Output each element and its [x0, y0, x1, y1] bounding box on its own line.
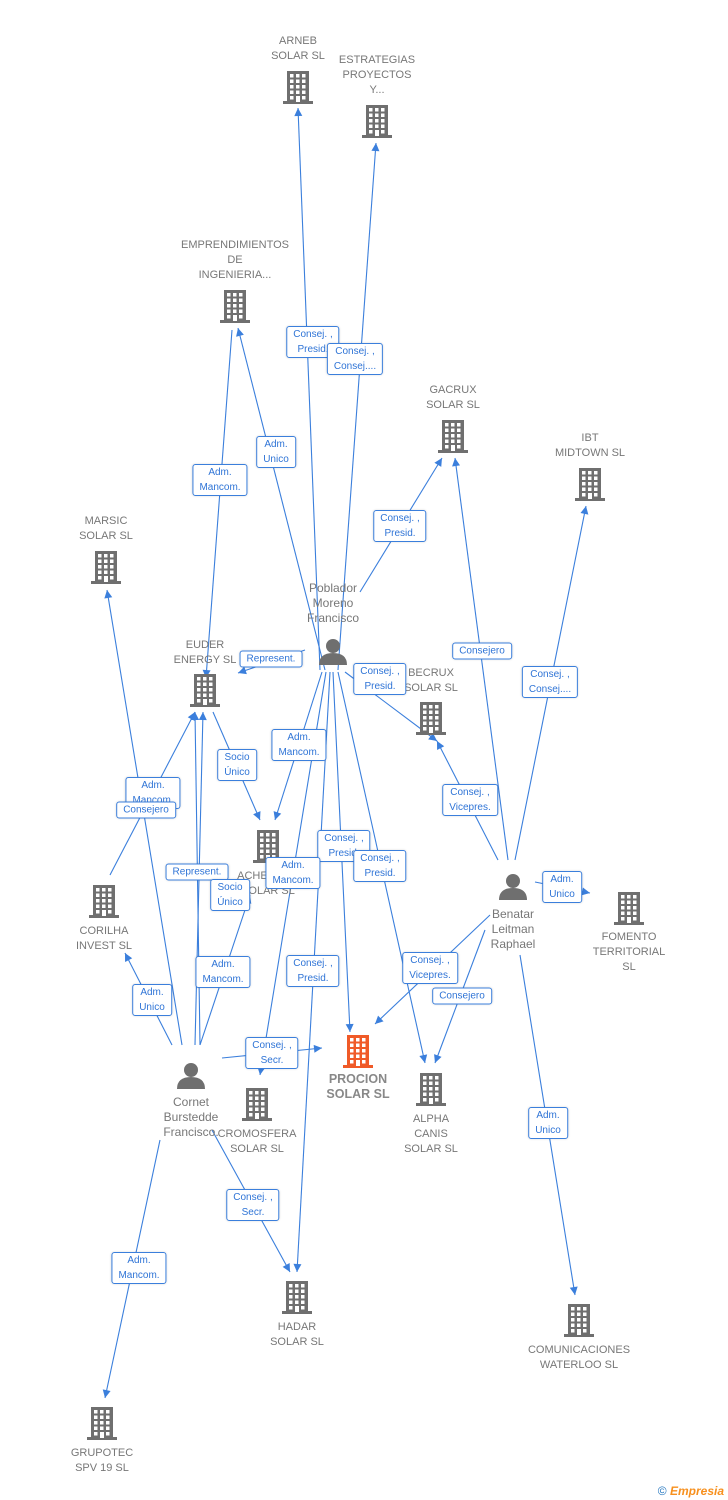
edge-label-adm-mancom[interactable]: Adm. Mancom. [195, 956, 251, 988]
building-icon[interactable] [614, 892, 644, 925]
brand-name: Empresia [669, 1484, 724, 1498]
building-icon[interactable] [564, 1304, 594, 1337]
node-grupotec[interactable]: GRUPOTEC SPV 19 SL [71, 1446, 133, 1476]
edge-label-adm-unico[interactable]: Adm. Unico [528, 1107, 568, 1139]
edge-label-consej-secr[interactable]: Consej. , Secr. [226, 1189, 280, 1221]
node-marsic[interactable]: MARSIC SOLAR SL [79, 514, 133, 544]
edge-label-adm-unico[interactable]: Adm. Unico [132, 984, 172, 1016]
edge-label-consej-vicepres[interactable]: Consej. , Vicepres. [442, 784, 498, 816]
edge-label-adm-mancom[interactable]: Adm. Mancom. [192, 464, 248, 496]
arrowhead-icon [452, 458, 461, 467]
edge-label-socio-nico[interactable]: Socio Único [210, 879, 250, 911]
building-icon[interactable] [89, 885, 119, 918]
building-icon[interactable] [362, 105, 392, 138]
building-icon[interactable] [416, 702, 446, 735]
arrowhead-icon [198, 712, 207, 721]
arrowhead-icon [434, 458, 442, 467]
node-corilha[interactable]: CORILHA INVEST SL [76, 924, 132, 954]
node-arneb[interactable]: ARNEB SOLAR SL [271, 34, 325, 64]
node-cornet[interactable]: Cornet Burstedde Francisco. [163, 1095, 218, 1140]
building-icon[interactable] [190, 674, 220, 707]
arrowhead-icon [102, 1389, 111, 1398]
building-icon[interactable] [438, 420, 468, 453]
node-gacrux[interactable]: GACRUX SOLAR SL [426, 383, 480, 413]
edge-label-consej-consej[interactable]: Consej. , Consej.... [521, 666, 579, 698]
arrowhead-icon [580, 506, 589, 515]
relationship-graph [87, 71, 644, 1440]
arrowhead-icon [569, 1286, 578, 1295]
edge-label-consejero[interactable]: Consejero [432, 987, 492, 1005]
node-becrux[interactable]: BECRUX SOLAR SL [404, 666, 458, 696]
node-emprendimientos[interactable]: EMPRENDIMIENTOS DE INGENIERIA... [181, 238, 289, 283]
footer-brand: © Empresia [658, 1484, 724, 1498]
person-icon[interactable] [177, 1063, 205, 1089]
person-icon[interactable] [499, 874, 527, 900]
node-hadar[interactable]: HADAR SOLAR SL [270, 1320, 324, 1350]
building-icon[interactable] [242, 1088, 272, 1121]
node-fomento[interactable]: FOMENTO TERRITORIAL SL [593, 930, 666, 975]
arrowhead-icon [313, 1044, 322, 1053]
arrowhead-icon [273, 811, 282, 820]
node-ibt[interactable]: IBT MIDTOWN SL [555, 431, 625, 461]
arrowhead-icon [419, 1054, 428, 1063]
node-estrategias[interactable]: ESTRATEGIAS PROYECTOS Y... [339, 53, 415, 98]
edge-label-socio-nico[interactable]: Socio Único [217, 749, 257, 781]
edge-label-adm-unico[interactable]: Adm. Unico [542, 871, 582, 903]
arrowhead-icon [236, 328, 244, 337]
edge-label-adm-mancom[interactable]: Adm. Mancom. [265, 857, 321, 889]
arrowhead-icon [371, 143, 380, 152]
node-cromosfera[interactable]: CROMOSFERA SOLAR SL [218, 1127, 297, 1157]
edge-label-adm-mancom[interactable]: Adm. Mancom. [111, 1252, 167, 1284]
arrowhead-icon [104, 590, 113, 599]
edge-label-consej-presid[interactable]: Consej. , Presid. [373, 510, 427, 542]
edge-label-consej-presid[interactable]: Consej. , Presid. [353, 850, 407, 882]
edge-label-adm-unico[interactable]: Adm. Unico [256, 436, 296, 468]
edge-label-represent[interactable]: Represent. [165, 863, 229, 881]
edge-label-consej-presid[interactable]: Consej. , Presid. [286, 955, 340, 987]
node-procion[interactable]: PROCION SOLAR SL [326, 1072, 389, 1102]
edge-label-adm-mancom[interactable]: Adm. Mancom. [271, 729, 327, 761]
building-icon[interactable] [220, 290, 250, 323]
edge-emprendimientos-euder [205, 329, 233, 679]
edge-label-consej-consej[interactable]: Consej. , Consej.... [326, 343, 384, 375]
arrowhead-icon [293, 1263, 302, 1272]
arrowhead-icon [294, 108, 303, 117]
building-icon[interactable] [91, 551, 121, 584]
building-icon[interactable] [575, 468, 605, 501]
edge-label-consej-secr[interactable]: Consej. , Secr. [245, 1037, 299, 1069]
node-euder[interactable]: EUDER ENERGY SL [174, 638, 237, 668]
building-icon[interactable] [87, 1407, 117, 1440]
arrowhead-icon [581, 887, 590, 896]
edge-label-consej-presid[interactable]: Consej. , Presid. [353, 663, 407, 695]
arrowhead-icon [238, 666, 247, 675]
building-icon[interactable] [343, 1035, 373, 1068]
building-icon[interactable] [416, 1073, 446, 1106]
arrowhead-icon [345, 1023, 354, 1032]
edge-label-consejero[interactable]: Consejero [116, 801, 176, 819]
node-benatar[interactable]: Benatar Leitman Raphael [491, 907, 536, 952]
edge-label-consejero[interactable]: Consejero [452, 642, 512, 660]
node-poblador[interactable]: Poblador Moreno Francisco [307, 581, 359, 626]
copyright-symbol: © [657, 1484, 667, 1498]
edge-label-consej-vicepres[interactable]: Consej. , Vicepres. [402, 952, 458, 984]
building-icon[interactable] [282, 1281, 312, 1314]
person-icon[interactable] [319, 639, 347, 665]
node-alpha[interactable]: ALPHA CANIS SOLAR SL [404, 1112, 458, 1157]
edge-label-represent[interactable]: Represent. [239, 650, 303, 668]
building-icon[interactable] [283, 71, 313, 104]
node-comunicaciones[interactable]: COMUNICACIONES WATERLOO SL [528, 1343, 630, 1373]
